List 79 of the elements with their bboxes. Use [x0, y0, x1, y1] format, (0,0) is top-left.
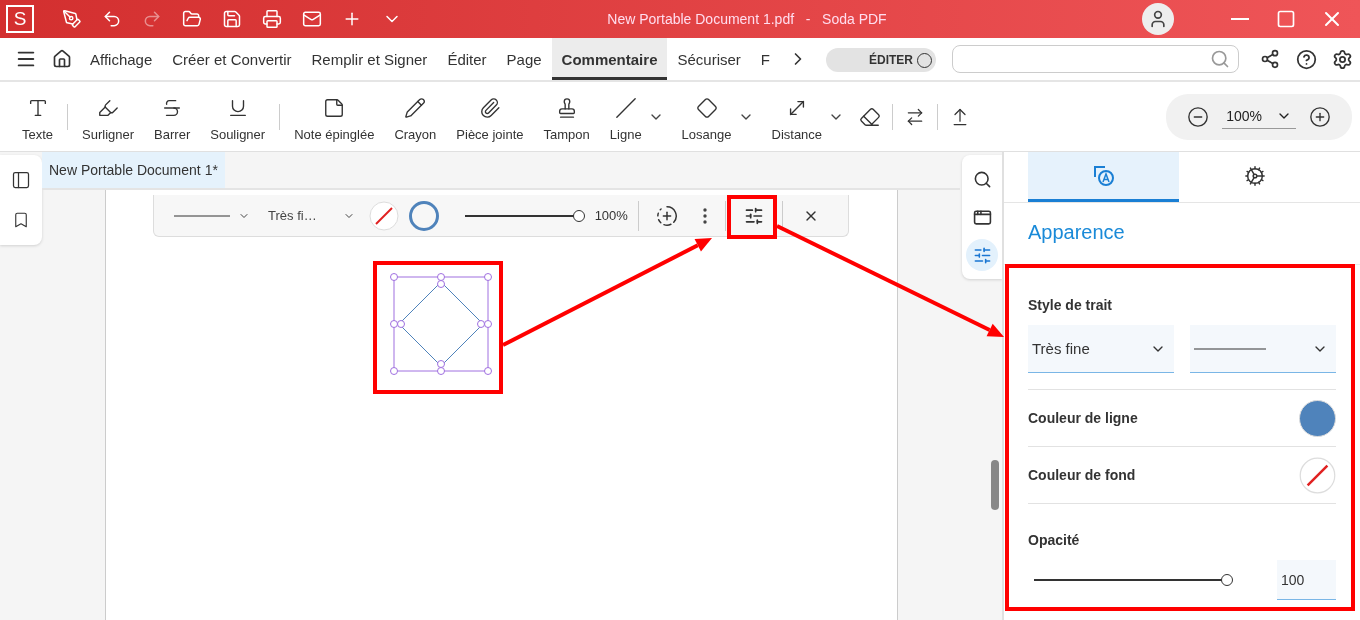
undo-icon — [102, 9, 122, 29]
menu-tab[interactable]: Page — [496, 38, 552, 80]
menu-tab[interactable]: Sécuriser — [667, 38, 751, 80]
bookmark-icon — [12, 211, 30, 229]
tool-button[interactable]: Tampon — [533, 91, 600, 142]
opacity-input[interactable]: 100 — [1277, 560, 1336, 600]
app-logo: S — [6, 5, 34, 33]
plus-circle-icon — [1309, 105, 1331, 128]
tool-button[interactable]: Souligner — [200, 91, 276, 142]
search-icon — [1210, 49, 1230, 69]
menu-tab[interactable]: Affichage — [80, 38, 163, 80]
home-icon — [52, 49, 72, 69]
tool-button[interactable]: Losange — [671, 91, 742, 142]
sticky-note-icon — [323, 97, 346, 119]
menu-tab[interactable]: Éditer — [437, 38, 497, 80]
tool-button[interactable]: Crayon — [384, 91, 447, 142]
pencil-icon — [404, 97, 427, 119]
menu-tab[interactable]: Remplir et Signer — [301, 38, 438, 80]
line-color-swatch[interactable] — [408, 200, 439, 231]
line-icon — [614, 97, 637, 119]
opacity-value: 100% — [594, 208, 628, 223]
field-label: Couleur de fond — [1028, 467, 1136, 483]
document-tab[interactable]: New Portable Document 1* — [42, 152, 225, 188]
appearance-icon — [1092, 164, 1115, 187]
highlight-frame — [727, 195, 777, 239]
menu-tab[interactable]: Créer et Convertir — [162, 38, 302, 80]
sliders-icon — [972, 245, 992, 265]
search-icon — [972, 169, 992, 189]
line-style-select[interactable] — [1190, 325, 1336, 373]
sliders-icon — [743, 205, 764, 226]
save-icon — [222, 9, 242, 29]
thickness-select[interactable]: Très fi… — [264, 206, 359, 225]
tool-button[interactable]: Distance — [761, 91, 833, 142]
tool-button[interactable]: Texte — [12, 91, 64, 142]
edit-toggle[interactable]: ÉDITER — [826, 48, 936, 72]
tool-button[interactable]: Ligne — [599, 91, 652, 142]
user-icon — [1148, 9, 1168, 29]
minimize-icon — [1231, 18, 1249, 20]
settings-icon — [1331, 48, 1353, 70]
field-label: Opacité — [1028, 532, 1081, 548]
tool-button[interactable]: Surligner — [72, 91, 145, 142]
section-heading: Apparence — [1004, 203, 1360, 265]
kebab-icon — [702, 207, 707, 224]
help-icon — [1295, 48, 1317, 70]
field-label: Style de trait — [1028, 297, 1114, 313]
share-icon — [1260, 49, 1280, 69]
pen-icon — [62, 9, 82, 29]
field-label: Couleur de ligne — [1028, 410, 1138, 426]
zoom-select[interactable]: 100% — [1222, 104, 1296, 129]
fill-color-swatch[interactable] — [1299, 456, 1336, 494]
gear-icon — [1243, 164, 1266, 187]
scrollbar-thumb[interactable] — [991, 460, 999, 510]
menu-tab[interactable]: Commentaire — [551, 38, 668, 80]
folder-icon — [182, 9, 202, 29]
redo-icon — [142, 9, 162, 29]
window-title: New Portable Document 1.pdf - Soda PDF — [606, 11, 888, 27]
thickness-select[interactable]: Très fine — [1028, 325, 1174, 373]
envelope-icon — [302, 9, 322, 29]
tool-button[interactable]: Note épinglée — [284, 91, 385, 142]
highlighter-icon — [97, 97, 120, 119]
panel-tab[interactable] — [1028, 152, 1179, 202]
menu-tab[interactable]: F — [750, 38, 780, 80]
fill-color-swatch[interactable] — [368, 200, 399, 231]
account-button[interactable] — [1142, 3, 1174, 35]
minus-circle-icon — [1187, 105, 1210, 128]
line-sample-icon — [1194, 347, 1266, 350]
eraser-icon — [859, 105, 882, 128]
tool-button[interactable]: Pièce jointe — [446, 91, 534, 142]
plus-circle-icon — [655, 204, 678, 227]
search-field[interactable] — [952, 45, 1239, 73]
line-sample-icon — [174, 214, 230, 217]
diamond-icon — [695, 97, 718, 119]
printer-icon — [262, 9, 282, 29]
window-icon — [972, 207, 992, 227]
paperclip-icon — [478, 97, 501, 119]
panel-icon — [11, 170, 31, 190]
diamond-shape-drawing[interactable] — [390, 273, 492, 375]
maximize-icon — [1276, 9, 1296, 29]
tool-button[interactable]: Barrer — [144, 91, 201, 142]
